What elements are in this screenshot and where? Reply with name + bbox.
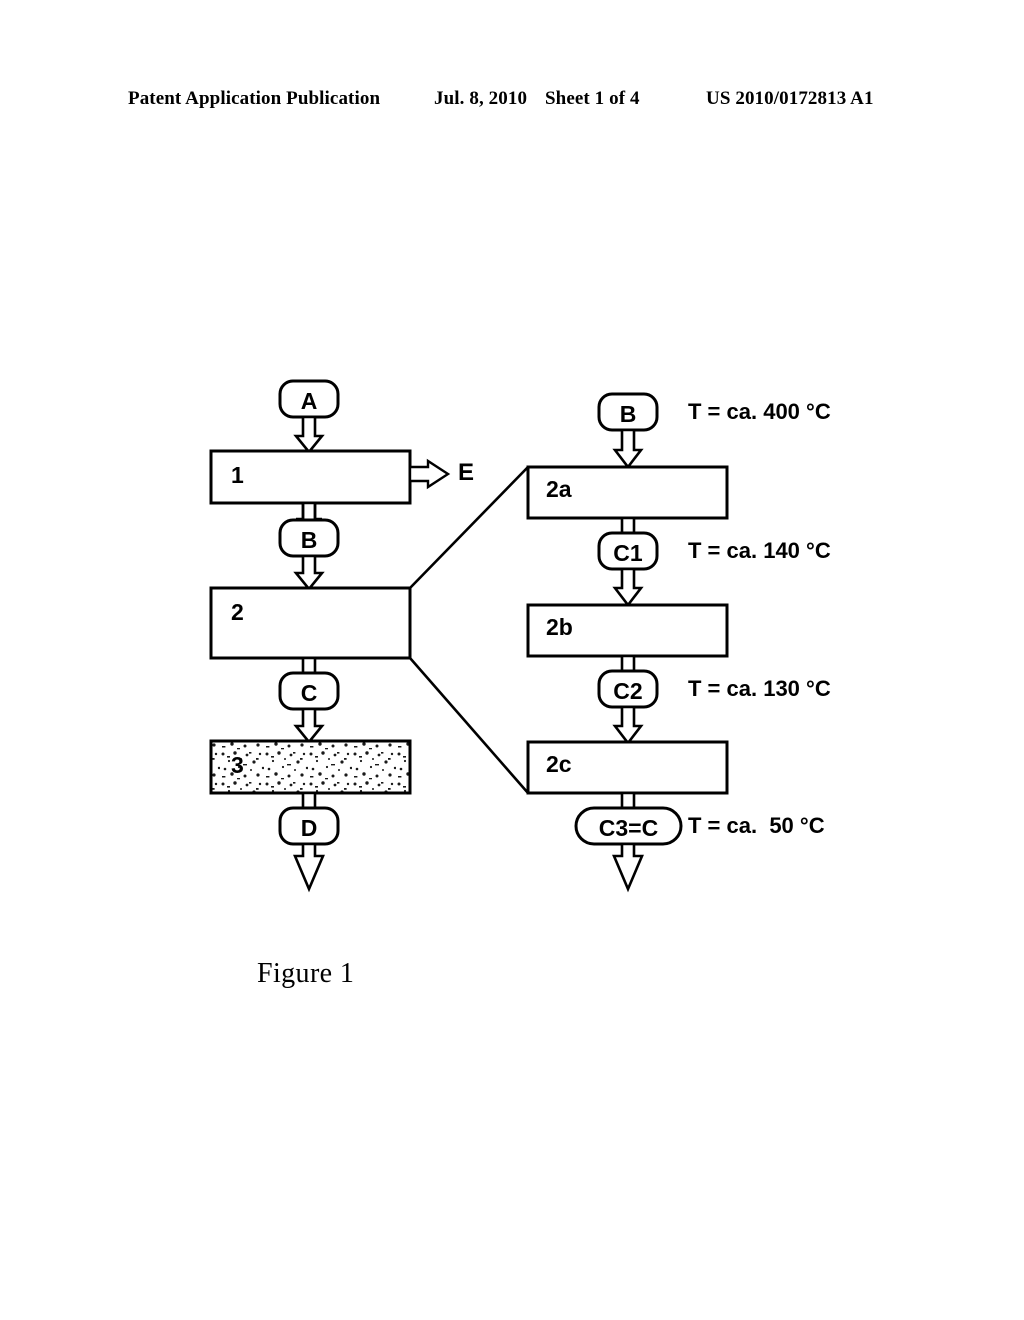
- figure-1-diagram: 1 2 3 A B C D E 2a 2b 2c B C1 C2 C3=C T …: [0, 0, 1024, 1320]
- box-2-label: 2: [231, 599, 244, 625]
- figure-caption: Figure 1: [257, 958, 355, 989]
- node-C3-label: C3=C: [598, 815, 659, 841]
- flowchart-canvas: [209, 379, 729, 893]
- box-2c-label: 2c: [546, 751, 572, 777]
- expansion-line-lower: [409, 657, 529, 794]
- temperature-label-50c: T = ca. 50 °C: [688, 813, 825, 838]
- arrow-nodeD-output: [293, 842, 325, 893]
- arrow-nodeC2-to-box2c: [612, 705, 644, 746]
- node-C2-label: C2: [613, 678, 643, 704]
- arrow-nodeBright-to-box2a: [612, 428, 644, 470]
- stream-E-label: E: [458, 459, 475, 486]
- node-B-left-label: B: [300, 527, 318, 553]
- temperature-label-130c: T = ca. 130 °C: [688, 676, 831, 701]
- arrow-box1-to-E: [408, 458, 451, 490]
- box-2b-label: 2b: [546, 614, 573, 640]
- temperature-label-140c: T = ca. 140 °C: [688, 538, 831, 563]
- arrow-nodeC3-output: [612, 842, 644, 893]
- box-3-label: 3: [231, 752, 244, 778]
- arrow-nodeB-to-box2: [293, 554, 325, 592]
- box-1-label: 1: [231, 462, 244, 488]
- temperature-label-400c: T = ca. 400 °C: [688, 399, 831, 424]
- arrow-nodeC1-to-box2b: [612, 567, 644, 608]
- node-C1-label: C1: [613, 540, 643, 566]
- node-A-label: A: [300, 388, 318, 414]
- box-2a-label: 2a: [546, 476, 572, 502]
- arrow-box1-to-nodeB: [295, 501, 323, 522]
- arrow-nodeC-to-box3: [293, 707, 325, 745]
- node-C-label: C: [300, 680, 318, 706]
- arrow-A-to-box1: [293, 415, 325, 455]
- node-B-right-label: B: [619, 401, 637, 427]
- node-D-label: D: [300, 815, 318, 841]
